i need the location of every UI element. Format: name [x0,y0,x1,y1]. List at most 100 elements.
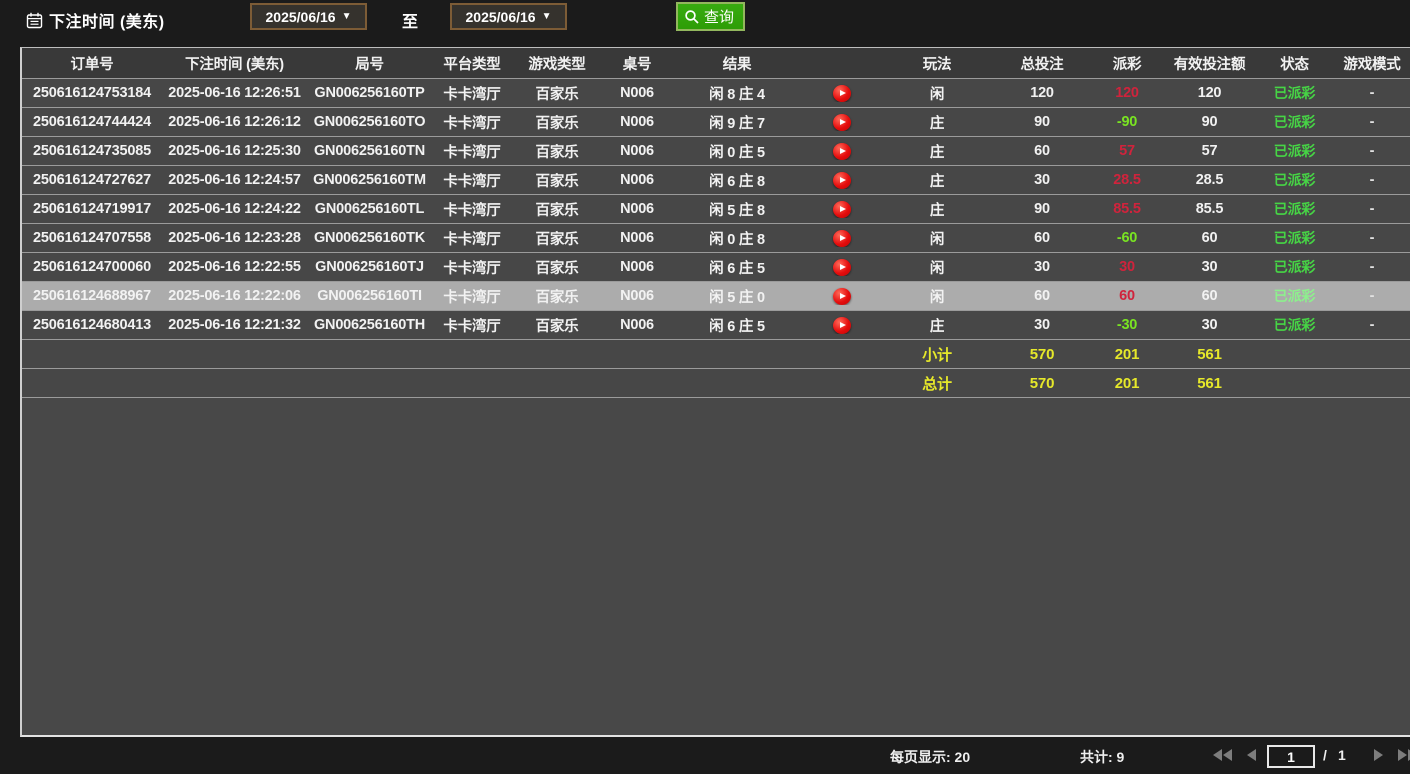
page-input[interactable] [1267,745,1315,768]
play-video-icon[interactable] [833,201,851,218]
status: 已派彩 [1257,257,1332,277]
play-video-icon[interactable] [833,230,851,247]
play-video-icon[interactable] [833,143,851,160]
game-type: 百家乐 [512,315,602,336]
platform-type: 卡卡湾厅 [432,315,512,336]
status: 已派彩 [1257,315,1332,335]
last-page-icon[interactable] [1398,749,1410,761]
bet-time: 2025-06-16 12:21:32 [162,317,307,333]
game-mode: - [1332,172,1410,188]
table-row[interactable]: 2506161246804132025-06-16 12:21:32GN0062… [22,311,1410,340]
result: 闲 0 庄 5 [672,141,802,162]
total-bet: 30 [992,259,1092,275]
table-no: N006 [602,143,672,159]
table-row[interactable]: 2506161246889672025-06-16 12:22:06GN0062… [22,282,1410,311]
platform-type: 卡卡湾厅 [432,83,512,104]
game-type: 百家乐 [512,112,602,133]
column-header: 派彩 [1092,53,1162,74]
table-no: N006 [602,317,672,333]
table-row[interactable]: 2506161247350852025-06-16 12:25:30GN0062… [22,137,1410,166]
game-type: 百家乐 [512,286,602,307]
order-id: 250616124719917 [22,201,162,217]
column-header: 局号 [307,53,432,74]
play-video-icon[interactable] [833,317,851,334]
play-cell [802,200,882,218]
total-bet: 120 [992,85,1092,101]
valid-bet: 120 [1162,85,1257,101]
game-type: 百家乐 [512,170,602,191]
round-id: GN006256160TP [307,85,432,101]
date-to-select[interactable]: 2025/06/16 ▼ [450,3,567,30]
bet-side: 庄 [882,170,992,191]
column-header: 结果 [672,53,802,74]
table-row[interactable]: 2506161247000602025-06-16 12:22:55GN0062… [22,253,1410,282]
play-video-icon[interactable] [833,172,851,189]
table-no: N006 [602,259,672,275]
payout: 85.5 [1092,201,1162,217]
valid-bet: 85.5 [1162,201,1257,217]
status: 已派彩 [1257,141,1332,161]
valid-bet: 30 [1162,317,1257,333]
table-row[interactable]: 2506161247531842025-06-16 12:26:51GN0062… [22,79,1410,108]
next-page-icon[interactable] [1374,749,1383,761]
column-header: 桌号 [602,53,672,74]
prev-page-icon[interactable] [1247,749,1256,761]
platform-type: 卡卡湾厅 [432,286,512,307]
bet-time-filter-text: 下注时间 (美东) [49,8,165,32]
game-type: 百家乐 [512,83,602,104]
table-header-row: 订单号下注时间 (美东)局号平台类型游戏类型桌号结果玩法总投注派彩有效投注额状态… [22,48,1410,79]
bet-side: 闲 [882,83,992,104]
bet-time: 2025-06-16 12:22:55 [162,259,307,275]
total-bet: 60 [992,288,1092,304]
payout: -60 [1092,230,1162,246]
round-id: GN006256160TL [307,201,432,217]
platform-type: 卡卡湾厅 [432,199,512,220]
table-row[interactable]: 2506161247199172025-06-16 12:24:22GN0062… [22,195,1410,224]
play-cell [802,142,882,160]
total-bet: 60 [992,230,1092,246]
payout: -90 [1092,114,1162,130]
payout: -30 [1092,317,1162,333]
records-table: 订单号下注时间 (美东)局号平台类型游戏类型桌号结果玩法总投注派彩有效投注额状态… [20,47,1410,737]
valid-bet: 60 [1162,230,1257,246]
game-mode: - [1332,143,1410,159]
valid-bet: 90 [1162,114,1257,130]
column-header: 状态 [1257,53,1332,74]
play-video-icon[interactable] [833,288,851,305]
column-header: 游戏类型 [512,53,602,74]
table-row[interactable]: 2506161247444242025-06-16 12:26:12GN0062… [22,108,1410,137]
order-id: 250616124707558 [22,230,162,246]
total-bet: 60 [992,143,1092,159]
game-mode: - [1332,201,1410,217]
total-bet: 30 [992,317,1092,333]
query-button[interactable]: 查询 [676,2,745,31]
status: 已派彩 [1257,170,1332,190]
table-row[interactable]: 2506161247276272025-06-16 12:24:57GN0062… [22,166,1410,195]
game-type: 百家乐 [512,228,602,249]
round-id: GN006256160TK [307,230,432,246]
valid-bet: 57 [1162,143,1257,159]
game-mode: - [1332,259,1410,275]
column-header: 玩法 [882,53,992,74]
platform-type: 卡卡湾厅 [432,112,512,133]
play-video-icon[interactable] [833,114,851,131]
date-from-select[interactable]: 2025/06/16 ▼ [250,3,367,30]
chevron-down-icon: ▼ [342,11,352,22]
order-id: 250616124735085 [22,143,162,159]
bet-time: 2025-06-16 12:26:51 [162,85,307,101]
total-bet: 30 [992,172,1092,188]
platform-type: 卡卡湾厅 [432,257,512,278]
table-no: N006 [602,172,672,188]
table-row[interactable]: 2506161247075582025-06-16 12:23:28GN0062… [22,224,1410,253]
first-page-icon[interactable] [1213,749,1232,761]
calendar-icon [26,12,43,29]
play-video-icon[interactable] [833,259,851,276]
table-no: N006 [602,230,672,246]
play-video-icon[interactable] [833,85,851,102]
pagination-bar: 每页显示: 20 共计: 9 / 1 [0,737,1410,774]
subtotal-row: 小计570201561 [22,340,1410,369]
column-header: 订单号 [22,53,162,74]
payout: 30 [1092,259,1162,275]
bet-time-filter-label: 下注时间 (美东) [26,8,165,32]
round-id: GN006256160TJ [307,259,432,275]
